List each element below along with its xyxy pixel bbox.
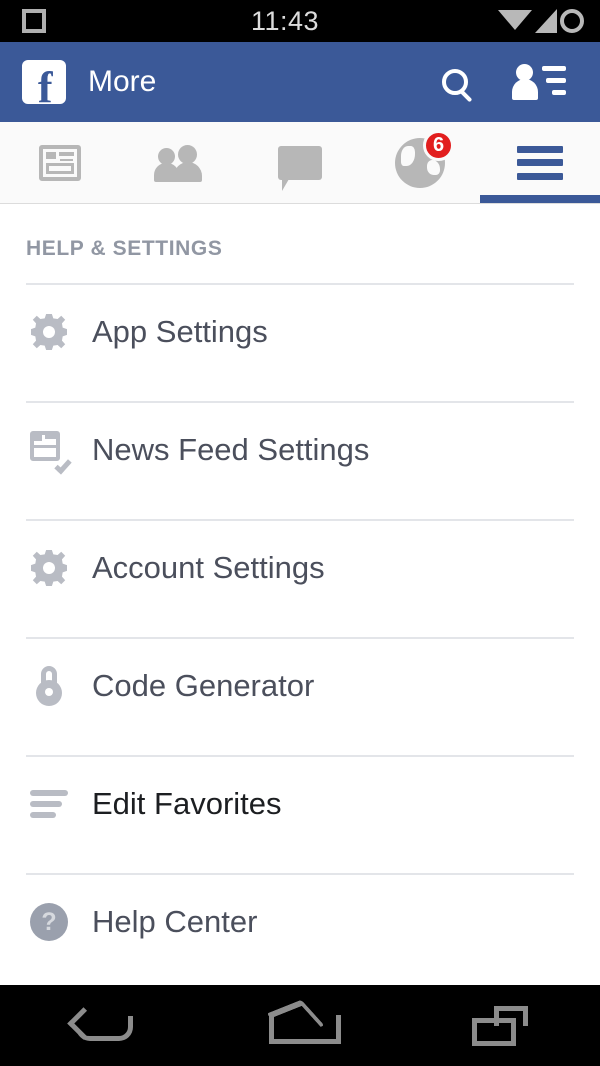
tab-news-feed[interactable] [0,122,120,203]
wifi-icon [498,10,532,30]
status-bar: 11:43 [0,0,600,42]
recent-apps-icon [472,1005,528,1046]
feed-check-icon [26,427,72,475]
list-item-label: Account Settings [92,550,325,585]
nav-recents-button[interactable] [400,1005,600,1046]
facebook-more-screen: 11:43 More [0,0,600,1066]
list-item-help-center[interactable]: ? Help Center [0,875,600,969]
search-icon[interactable] [442,69,468,95]
menu-list: HELP & SETTINGS App Settings News Feed S… [0,205,600,985]
list-item-label: Edit Favorites [92,786,282,821]
status-bar-clock: 11:43 [250,5,320,36]
tab-bar: 6 [0,122,600,204]
back-icon [72,1008,133,1044]
facebook-logo [22,60,66,104]
list-item-code-generator[interactable]: Code Generator [0,639,600,733]
question-circle-icon: ? [26,899,72,945]
screenshot-square-icon [22,9,46,33]
android-navigation-bar [0,985,600,1066]
sort-lines-icon [26,781,72,827]
status-bar-left [0,9,120,33]
list-item-news-feed-settings[interactable]: News Feed Settings [0,403,600,497]
friend-requests-icon[interactable] [512,64,566,100]
battery-icon [560,9,584,33]
tab-friends[interactable] [120,122,240,203]
list-item-label: Code Generator [92,668,315,703]
status-bar-right [450,9,600,33]
gear-icon [26,309,72,355]
news-feed-icon [39,144,81,181]
app-header: More [0,42,600,122]
page-title: More [88,65,157,98]
status-bar-center: 11:43 [120,6,450,37]
home-icon [269,1008,341,1044]
gear-icon [26,545,72,591]
friends-icon [152,144,208,182]
tab-notifications[interactable]: 6 [360,122,480,203]
nav-back-button[interactable] [0,1008,200,1044]
tab-messages[interactable] [240,122,360,203]
padlock-icon [26,663,72,709]
list-item-label: App Settings [92,314,268,349]
list-item-edit-favorites[interactable]: Edit Favorites [0,757,600,851]
globe-icon: 6 [395,129,454,188]
section-header-help-settings: HELP & SETTINGS [26,237,223,260]
header-actions [442,64,600,100]
list-item-account-settings[interactable]: Account Settings [0,521,600,615]
messages-icon [278,145,322,191]
list-item-app-settings[interactable]: App Settings [0,285,600,379]
nav-home-button[interactable] [200,1008,400,1044]
tab-more[interactable] [480,122,600,203]
hamburger-menu-icon [517,145,563,180]
notification-badge: 6 [423,129,454,161]
list-item-label: News Feed Settings [92,432,370,467]
signal-icon [535,9,557,33]
active-tab-indicator [480,195,600,203]
list-item-label: Help Center [92,904,258,939]
